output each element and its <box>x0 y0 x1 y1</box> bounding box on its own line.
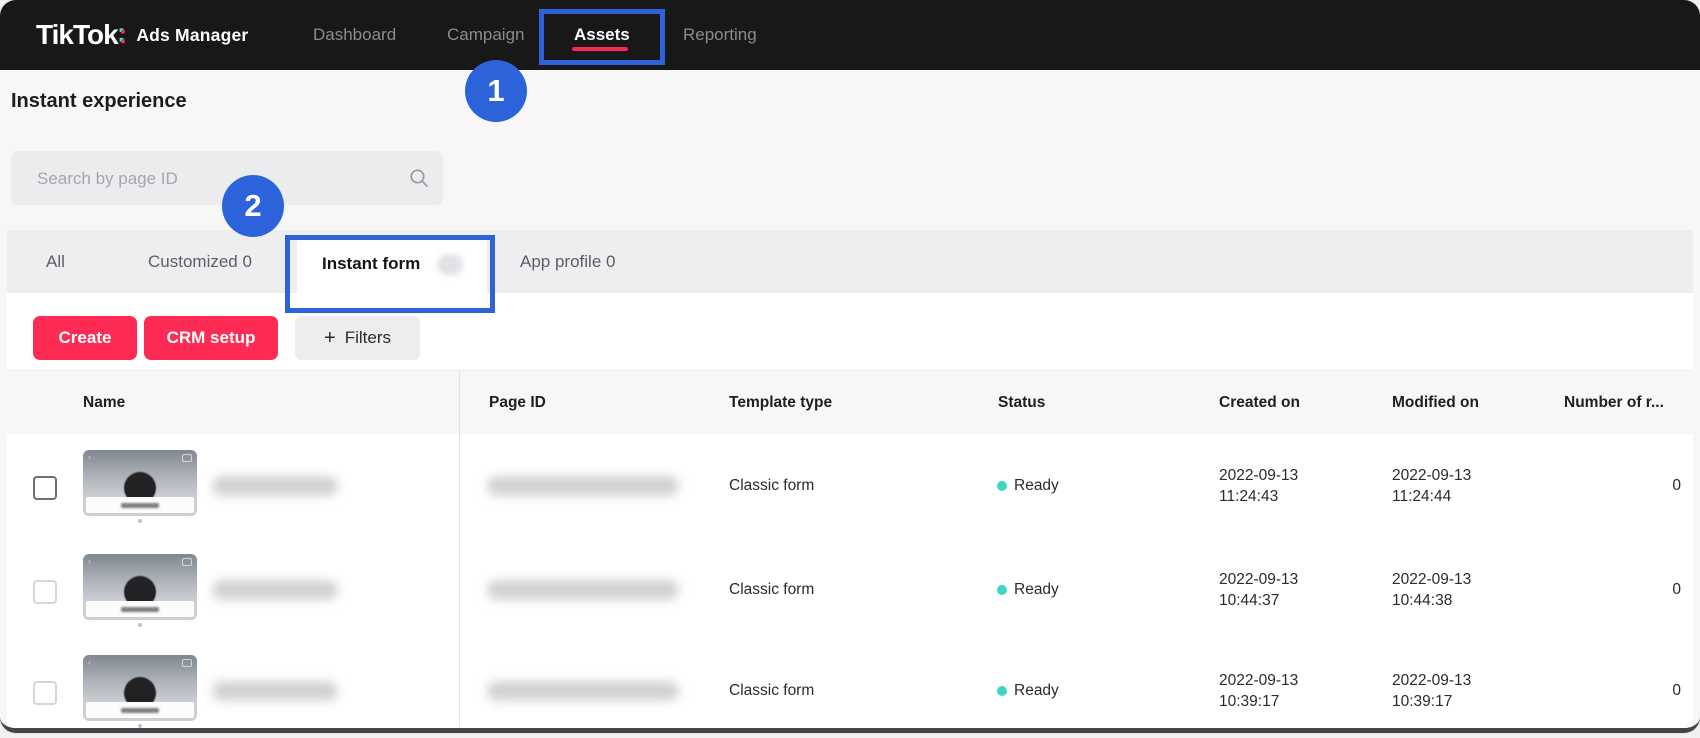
status-cell: Ready <box>1014 682 1059 700</box>
status-ready-dot <box>997 481 1007 491</box>
created-date: 2022-09-13 <box>1219 670 1298 691</box>
page-title: Instant experience <box>11 90 187 113</box>
filters-button-label: Filters <box>345 328 391 348</box>
filters-button[interactable]: + Filters <box>295 316 420 360</box>
thumbnail-back-icon: ‹ <box>88 658 91 667</box>
thumbnail-bubble-icon <box>182 558 192 566</box>
nav-item-dashboard[interactable]: Dashboard <box>313 0 396 70</box>
thumbnail-dot <box>138 623 142 627</box>
plus-icon: + <box>324 327 336 350</box>
thumbnail-dot <box>138 519 142 523</box>
modified-on-cell: 2022-09-13 11:24:44 <box>1392 465 1471 507</box>
ads-manager-label: Ads Manager <box>136 25 248 46</box>
thumbnail-back-icon: ‹ <box>88 557 91 566</box>
table-row[interactable]: ‹ Classic form Ready 2022-09-13 11:24:43… <box>7 434 1693 539</box>
modified-date: 2022-09-13 <box>1392 670 1471 691</box>
thumbnail-bubble-icon <box>182 454 192 462</box>
column-header-created-on[interactable]: Created on <box>1219 371 1300 435</box>
blurred-name[interactable] <box>212 476 338 496</box>
blurred-tab-count <box>437 254 463 275</box>
column-header-name[interactable]: Name <box>83 371 125 435</box>
nav-item-campaign[interactable]: Campaign <box>447 0 525 70</box>
tab-customized[interactable]: Customized 0 <box>148 230 252 293</box>
tiktok-ads-manager-logo[interactable]: TikTok : Ads Manager <box>36 0 248 70</box>
table-row[interactable]: ‹ Classic form Ready 2022-09-13 10:39:17… <box>7 641 1693 733</box>
responses-count-cell: 0 <box>1597 581 1681 599</box>
search-icon <box>409 168 429 188</box>
row-checkbox[interactable] <box>33 681 57 705</box>
modified-time: 10:39:17 <box>1392 691 1471 712</box>
template-type-cell: Classic form <box>729 682 814 700</box>
create-button[interactable]: Create <box>33 316 137 360</box>
crm-setup-button[interactable]: CRM setup <box>144 316 278 360</box>
tiktok-colon: : <box>119 19 128 50</box>
created-date: 2022-09-13 <box>1219 465 1298 486</box>
row-checkbox[interactable] <box>33 580 57 604</box>
row-thumbnail[interactable]: ‹ <box>83 450 197 516</box>
status-cell: Ready <box>1014 581 1059 599</box>
blurred-page-id <box>487 580 679 600</box>
column-header-number-of-responses[interactable]: Number of r... <box>1564 371 1664 435</box>
tab-all[interactable]: All <box>46 230 65 293</box>
created-time: 10:44:37 <box>1219 590 1298 611</box>
tab-app-profile[interactable]: App profile 0 <box>520 230 615 293</box>
created-time: 10:39:17 <box>1219 691 1298 712</box>
tab-instant-form-label: Instant form <box>322 235 420 293</box>
created-on-cell: 2022-09-13 11:24:43 <box>1219 465 1298 507</box>
created-on-cell: 2022-09-13 10:44:37 <box>1219 569 1298 611</box>
template-type-cell: Classic form <box>729 581 814 599</box>
name-column-divider <box>459 370 460 727</box>
asset-type-tabbar: All Customized 0 Instant form App profil… <box>7 230 1693 293</box>
top-nav: TikTok : Ads Manager Dashboard Campaign … <box>0 0 1700 70</box>
row-checkbox[interactable] <box>33 476 57 500</box>
column-header-status[interactable]: Status <box>998 371 1045 435</box>
created-time: 11:24:43 <box>1219 486 1298 507</box>
modified-time: 11:24:44 <box>1392 486 1471 507</box>
created-date: 2022-09-13 <box>1219 569 1298 590</box>
status-cell: Ready <box>1014 477 1059 495</box>
nav-item-reporting[interactable]: Reporting <box>683 0 757 70</box>
nav-item-assets[interactable]: Assets <box>574 0 630 70</box>
tiktok-wordmark: TikTok <box>36 19 118 51</box>
modified-date: 2022-09-13 <box>1392 465 1471 486</box>
browser-window: TikTok : Ads Manager Dashboard Campaign … <box>0 0 1700 733</box>
thumbnail-back-icon: ‹ <box>88 453 91 462</box>
modified-on-cell: 2022-09-13 10:39:17 <box>1392 670 1471 712</box>
responses-count-cell: 0 <box>1597 477 1681 495</box>
thumbnail-bubble-icon <box>182 659 192 667</box>
thumbnail-dot <box>138 724 142 728</box>
blurred-name[interactable] <box>212 580 338 600</box>
blurred-page-id <box>487 681 679 701</box>
row-thumbnail[interactable]: ‹ <box>83 554 197 620</box>
column-header-template-type[interactable]: Template type <box>729 371 832 435</box>
modified-date: 2022-09-13 <box>1392 569 1471 590</box>
modified-time: 10:44:38 <box>1392 590 1471 611</box>
tab-instant-form[interactable]: Instant form <box>297 235 487 293</box>
row-thumbnail[interactable]: ‹ <box>83 655 197 721</box>
status-ready-dot <box>997 686 1007 696</box>
screenshot-stage: TikTok : Ads Manager Dashboard Campaign … <box>0 0 1700 738</box>
responses-count-cell: 0 <box>1597 682 1681 700</box>
blurred-thumbnail-text <box>121 708 159 713</box>
created-on-cell: 2022-09-13 10:39:17 <box>1219 670 1298 712</box>
template-type-cell: Classic form <box>729 477 814 495</box>
search-input[interactable] <box>35 151 399 207</box>
column-header-modified-on[interactable]: Modified on <box>1392 371 1479 435</box>
status-ready-dot <box>997 585 1007 595</box>
table-row[interactable]: ‹ Classic form Ready 2022-09-13 10:44:37… <box>7 538 1693 642</box>
blurred-thumbnail-text <box>121 607 159 612</box>
annotation-badge-1: 1 <box>465 60 527 122</box>
table-header: Name Page ID Template type Status Create… <box>7 370 1693 436</box>
blurred-name[interactable] <box>212 681 338 701</box>
column-header-page-id[interactable]: Page ID <box>489 371 546 435</box>
modified-on-cell: 2022-09-13 10:44:38 <box>1392 569 1471 611</box>
blurred-thumbnail-text <box>121 503 159 508</box>
assets-active-underline <box>572 47 628 51</box>
annotation-badge-2: 2 <box>222 175 284 237</box>
blurred-page-id <box>487 476 679 496</box>
